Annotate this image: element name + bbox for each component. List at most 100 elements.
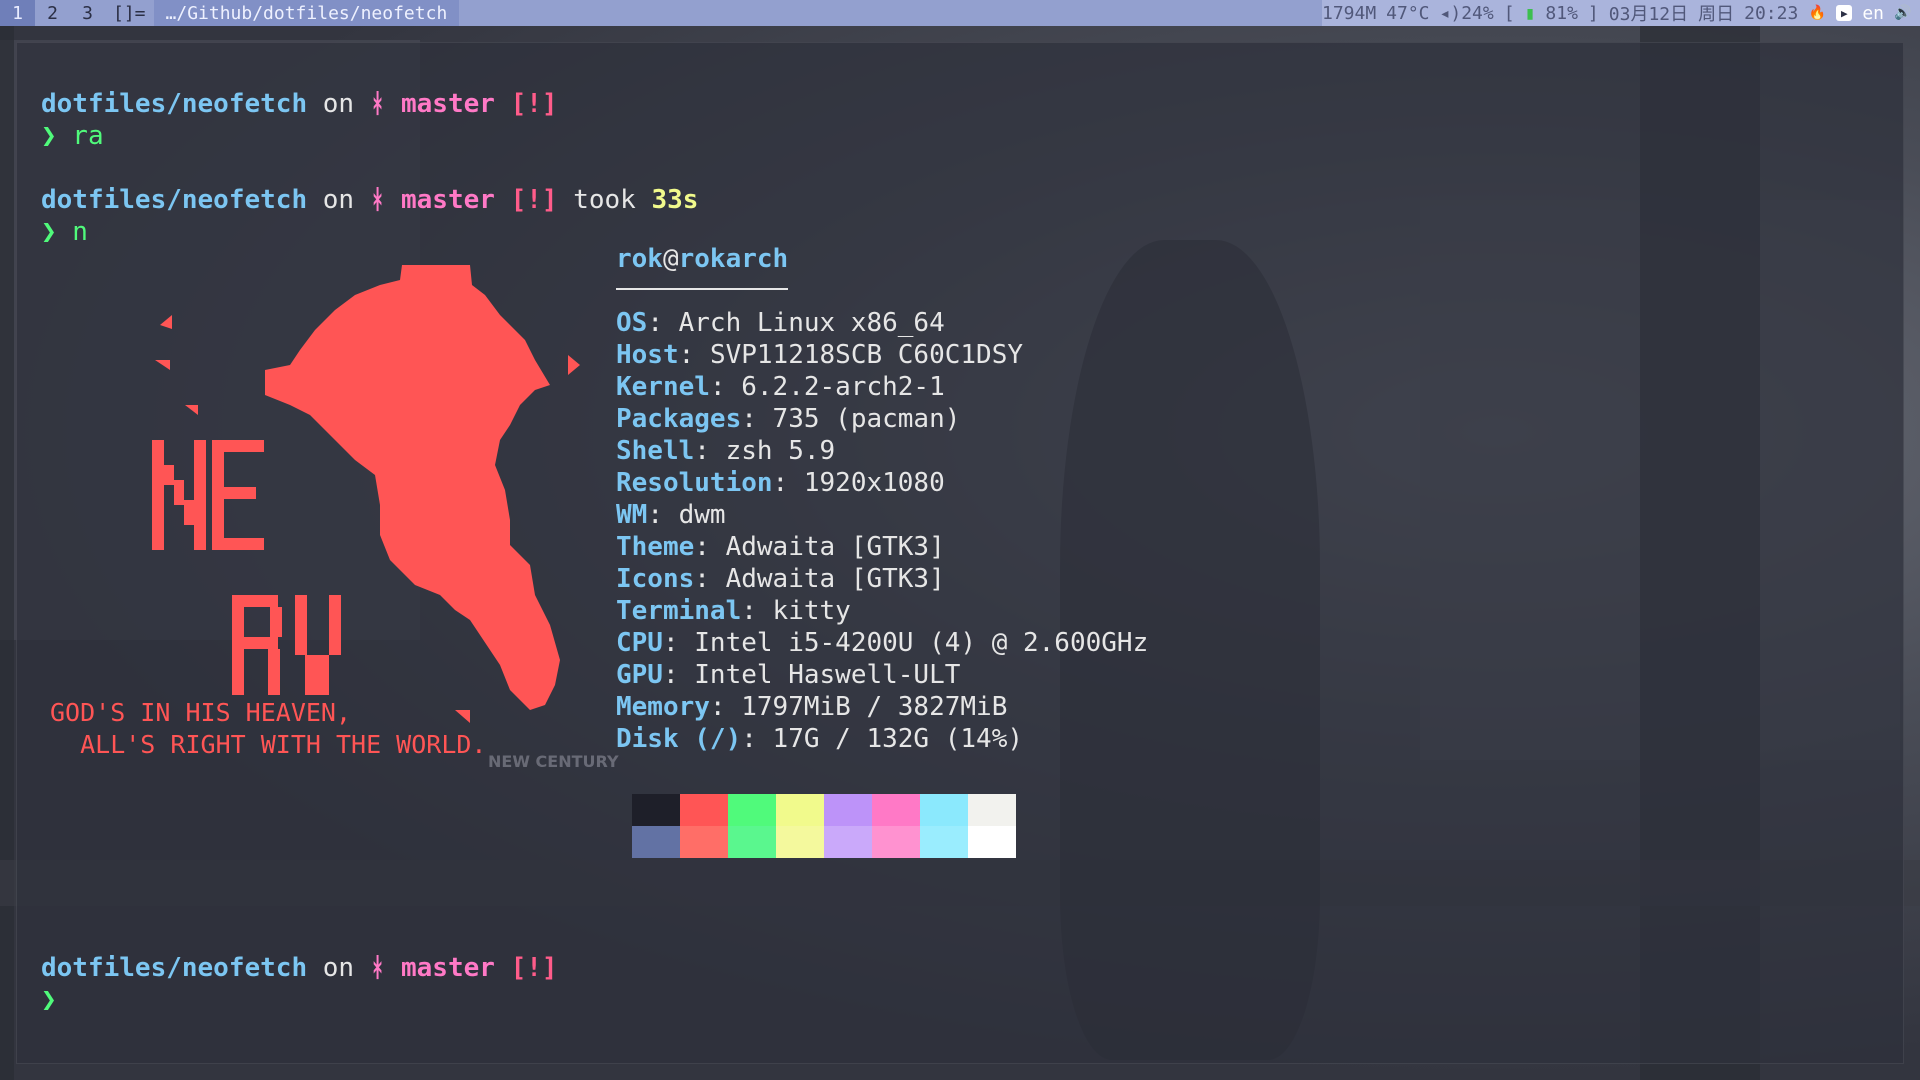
hostname: rokarch xyxy=(678,244,789,274)
color-swatch xyxy=(776,794,824,826)
info-key: Terminal xyxy=(616,596,742,626)
info-colon: : xyxy=(709,372,742,402)
info-key: OS xyxy=(616,308,648,338)
volume-level: ◂)24% xyxy=(1439,2,1494,24)
prompt-symbol: ❯ xyxy=(41,217,57,247)
info-row: Resolution: 1920x1080 xyxy=(616,467,1148,499)
info-key: Memory xyxy=(616,692,710,722)
info-colon: : xyxy=(647,500,679,530)
info-value: Intel Haswell-ULT xyxy=(694,660,961,690)
prompt-took: took xyxy=(557,185,652,215)
date: 03月12日 xyxy=(1608,4,1689,25)
info-key: Packages xyxy=(616,404,742,434)
info-value: 1797MiB / 3827MiB xyxy=(741,692,1008,722)
prompt-directory: dotfiles/neofetch xyxy=(41,185,308,215)
info-colon: : xyxy=(741,724,773,754)
info-key: WM xyxy=(616,500,648,530)
nerv-leaf-logo xyxy=(152,265,580,723)
color-swatch xyxy=(824,794,872,826)
fire-icon[interactable]: 🔥 xyxy=(1808,4,1826,22)
command-line[interactable]: ❯ xyxy=(41,984,57,1016)
color-swatch xyxy=(968,826,1016,858)
battery-bracket-close: ] xyxy=(1587,2,1599,24)
motto-line-2: ALL'S RIGHT WITH THE WORLD. xyxy=(50,730,487,759)
info-colon: : xyxy=(647,308,679,338)
info-colon: : xyxy=(662,660,695,690)
info-row: CPU: Intel i5-4200U (4) @ 2.600GHz xyxy=(616,627,1148,659)
info-value: kitty xyxy=(772,596,851,626)
info-colon: : xyxy=(709,692,742,722)
tag-2[interactable]: 2 xyxy=(35,0,70,26)
color-swatch xyxy=(920,826,968,858)
volume-icon[interactable]: 🔊 xyxy=(1894,4,1912,22)
info-value: Intel i5-4200U (4) @ 2.600GHz xyxy=(694,628,1149,658)
cpu-temperature: 47°C xyxy=(1386,2,1430,24)
info-value: Adwaita [GTK3] xyxy=(725,564,945,594)
color-swatch xyxy=(680,794,728,826)
info-key: Host xyxy=(616,340,679,370)
color-swatch xyxy=(728,826,776,858)
command-line: ❯ n xyxy=(41,216,88,248)
color-palette xyxy=(632,794,1016,858)
color-swatch xyxy=(824,826,872,858)
git-branch-icon: ᚼ xyxy=(369,185,386,215)
info-value: 735 (pacman) xyxy=(772,404,961,434)
info-key: Theme xyxy=(616,532,695,562)
color-swatch xyxy=(680,826,728,858)
prompt-branch: master xyxy=(385,185,495,215)
info-key: Resolution xyxy=(616,468,773,498)
git-branch-icon: ᚼ xyxy=(369,89,386,119)
info-row: WM: dwm xyxy=(616,499,1148,531)
info-colon: : xyxy=(678,340,710,370)
info-value: Arch Linux x86_64 xyxy=(678,308,945,338)
nerv-motto: GOD'S IN HIS HEAVEN, ALL'S RIGHT WITH TH… xyxy=(50,697,487,761)
prompt-git-status: [!] xyxy=(494,89,558,119)
status-area: 1794M 47°C ◂)24% [ ▮ 81% ] 03月12日 周日 20:… xyxy=(1321,0,1920,26)
wallpaper-window-frame xyxy=(0,0,14,1080)
color-swatch xyxy=(632,794,680,826)
window-title: …/Github/dotfiles/neofetch xyxy=(153,0,460,26)
neofetch-info: rok@rokarch OS: Arch Linux x86_64 Host: S… xyxy=(616,243,1148,755)
color-swatch xyxy=(920,794,968,826)
wallpaper-watermark: NEW CENTURY xyxy=(488,752,619,771)
keyboard-language[interactable]: en xyxy=(1862,3,1884,24)
command-line: ❯ ra xyxy=(41,120,104,152)
motto-line-1: GOD'S IN HIS HEAVEN, xyxy=(50,698,352,727)
prompt-symbol: ❯ xyxy=(41,121,57,151)
play-icon[interactable]: ▶ xyxy=(1836,5,1853,21)
command-text: n xyxy=(56,217,88,247)
status-bar: 1 2 3 []= …/Github/dotfiles/neofetch 179… xyxy=(0,0,1920,26)
prompt-line: dotfiles/neofetch on ᚼ master [!] xyxy=(41,952,558,984)
info-row: Host: SVP11218SCB C60C1DSY xyxy=(616,339,1148,371)
battery-icon: ▮ xyxy=(1524,2,1536,24)
info-row: Shell: zsh 5.9 xyxy=(616,435,1148,467)
nerv-logo xyxy=(140,265,590,735)
battery-level: 81% xyxy=(1545,2,1578,24)
info-row: GPU: Intel Haswell-ULT xyxy=(616,659,1148,691)
tag-3[interactable]: 3 xyxy=(70,0,105,26)
separator-line xyxy=(616,288,788,290)
layout-indicator[interactable]: []= xyxy=(105,3,154,24)
color-swatch xyxy=(968,794,1016,826)
username: rok xyxy=(616,244,663,274)
user-host-line: rok@rokarch xyxy=(616,243,1148,275)
info-key: Kernel xyxy=(616,372,710,402)
prompt-branch: master xyxy=(385,89,495,119)
color-swatch xyxy=(632,826,680,858)
tag-1[interactable]: 1 xyxy=(0,0,35,26)
info-colon: : xyxy=(741,404,773,434)
prompt-git-status: [!] xyxy=(494,185,558,215)
prompt-on: on xyxy=(307,953,370,983)
info-row: OS: Arch Linux x86_64 xyxy=(616,307,1148,339)
info-row: Disk (/): 17G / 132G (14%) xyxy=(616,723,1148,755)
info-value: dwm xyxy=(678,500,726,530)
at-sign: @ xyxy=(662,244,679,274)
color-swatch xyxy=(872,794,920,826)
color-swatch xyxy=(728,794,776,826)
prompt-git-status: [!] xyxy=(494,953,558,983)
info-row: Packages: 735 (pacman) xyxy=(616,403,1148,435)
info-value: SVP11218SCB C60C1DSY xyxy=(709,340,1024,370)
info-value: zsh 5.9 xyxy=(725,436,836,466)
info-value: 17G / 132G (14%) xyxy=(772,724,1023,754)
info-key: CPU xyxy=(616,628,663,658)
